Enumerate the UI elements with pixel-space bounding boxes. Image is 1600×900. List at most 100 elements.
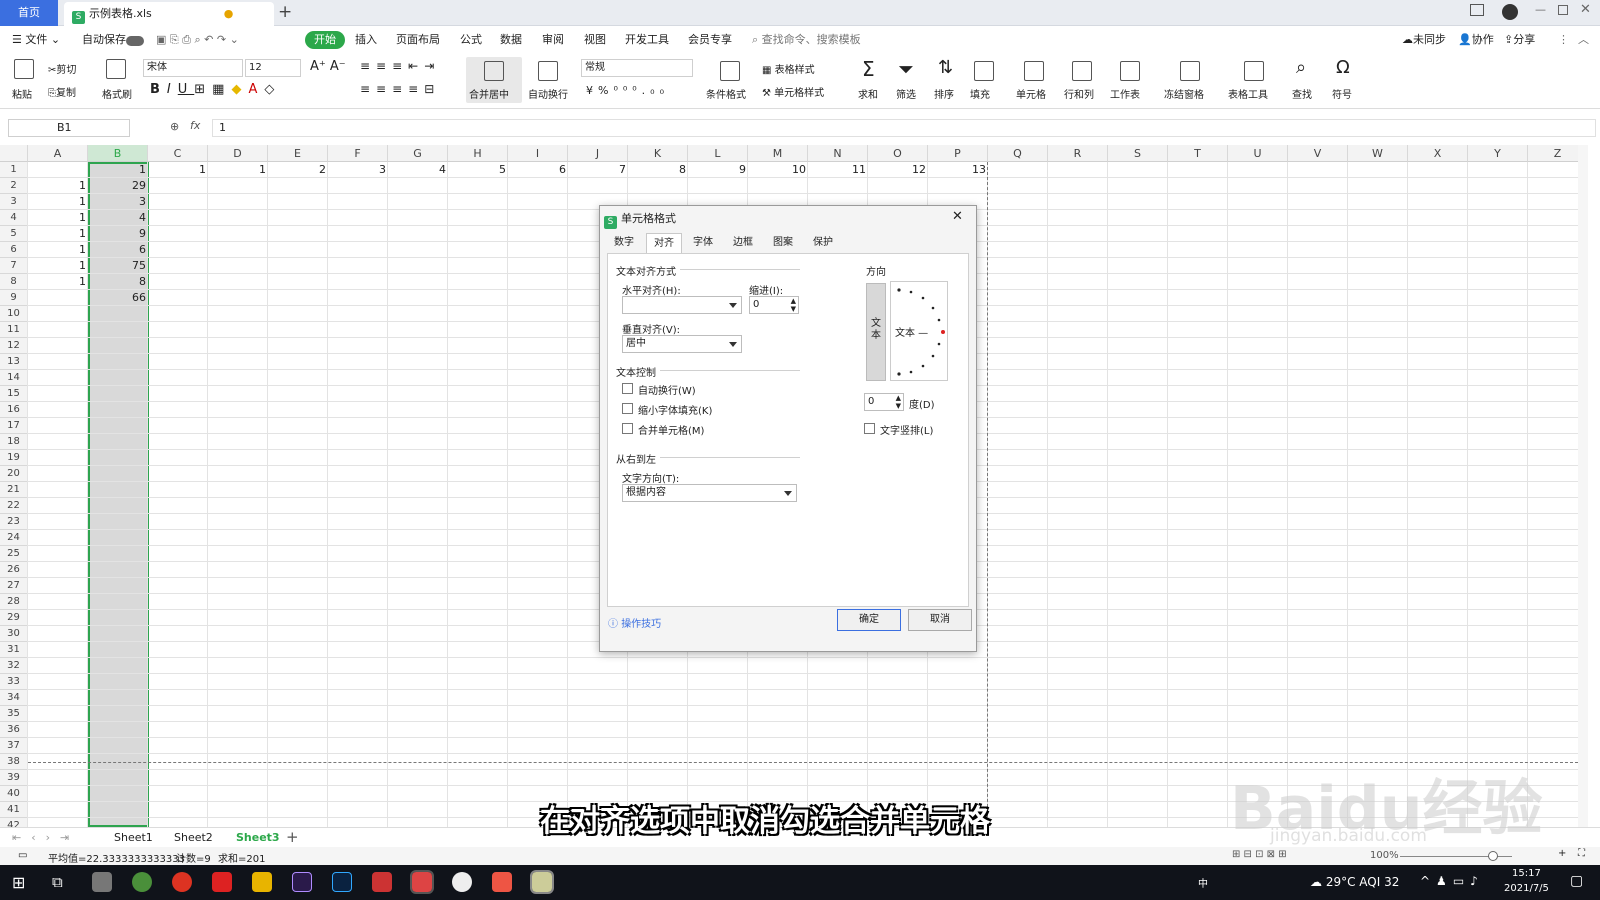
ime-indicator[interactable]: 中 (1198, 875, 1208, 890)
tab-home[interactable]: 首页 (0, 0, 58, 26)
autosave-toggle[interactable] (126, 36, 144, 46)
collab-button[interactable]: 👤协作 (1458, 31, 1494, 49)
row-header-22[interactable]: 22 (0, 498, 28, 514)
column-header-I[interactable]: I (508, 145, 568, 162)
cell-L1[interactable]: 9 (688, 162, 748, 178)
add-sheet-plus-icon[interactable]: + (286, 828, 299, 846)
cond-format-icon[interactable] (720, 61, 740, 81)
column-header-J[interactable]: J (568, 145, 628, 162)
row-header-7[interactable]: 7 (0, 258, 28, 274)
cell-A5[interactable]: 1 (28, 226, 88, 242)
cell-A2[interactable]: 1 (28, 178, 88, 194)
sheet-nav-arrows-icon[interactable]: ⇤‹›⇥ (12, 831, 79, 844)
cell-N1[interactable]: 11 (808, 162, 868, 178)
zoom-formula-icon[interactable]: ⊕ (170, 120, 179, 133)
column-header-U[interactable]: U (1228, 145, 1288, 162)
select-all-corner[interactable] (0, 145, 28, 162)
paste-icon[interactable] (14, 59, 34, 79)
cell-P1[interactable]: 13 (928, 162, 988, 178)
premiere-icon[interactable] (292, 872, 312, 892)
cancel-button[interactable]: 取消 (908, 609, 972, 631)
row-col-icon[interactable] (1072, 61, 1092, 81)
sheet-tab-3[interactable]: Sheet3 (236, 831, 280, 844)
row-header-24[interactable]: 24 (0, 530, 28, 546)
app-icon-3[interactable] (452, 872, 472, 892)
row-header-23[interactable]: 23 (0, 514, 28, 530)
freeze-icon[interactable] (1180, 61, 1200, 81)
row-header-33[interactable]: 33 (0, 674, 28, 690)
macro-icon[interactable]: ▭ (18, 850, 27, 861)
task-view-icon[interactable]: ⧉ (52, 873, 63, 891)
row-header-13[interactable]: 13 (0, 354, 28, 370)
sort-icon[interactable]: ⇅ (938, 57, 953, 78)
command-search[interactable]: ⌕ 查找命令、搜索模板 (752, 31, 861, 49)
cell-B6[interactable]: 6 (88, 242, 148, 258)
row-header-37[interactable]: 37 (0, 738, 28, 754)
cell-E1[interactable]: 2 (268, 162, 328, 178)
cut-button[interactable]: ✂剪切 (48, 61, 76, 76)
row-header-41[interactable]: 41 (0, 802, 28, 818)
dialog-close-icon[interactable]: ✕ (952, 209, 963, 224)
maximize-icon[interactable] (1558, 5, 1568, 15)
tab-file[interactable]: S 示例表格.xls ● (64, 2, 274, 26)
row-header-35[interactable]: 35 (0, 706, 28, 722)
format-painter-icon[interactable] (106, 59, 126, 79)
font-select[interactable]: 宋体 (143, 59, 243, 77)
table-tools-icon[interactable] (1244, 61, 1264, 81)
column-header-P[interactable]: P (928, 145, 988, 162)
row-header-36[interactable]: 36 (0, 722, 28, 738)
cell-B2[interactable]: 29 (88, 178, 148, 194)
column-header-V[interactable]: V (1288, 145, 1348, 162)
row-header-40[interactable]: 40 (0, 786, 28, 802)
copy-button[interactable]: ⎘复制 (48, 84, 76, 99)
cell-H1[interactable]: 5 (448, 162, 508, 178)
cell-A8[interactable]: 1 (28, 274, 88, 290)
row-header-6[interactable]: 6 (0, 242, 28, 258)
folder-icon[interactable] (252, 872, 272, 892)
worksheet-icon[interactable] (1120, 61, 1140, 81)
align-horizontal-icons[interactable]: ≡≡≡≡⊟ (360, 82, 440, 96)
align-vertical-icons[interactable]: ≡≡≡⇤⇥ (360, 59, 440, 73)
fx-icon[interactable]: fx (190, 119, 200, 132)
column-header-A[interactable]: A (28, 145, 88, 162)
wps-sheet-icon[interactable] (410, 870, 434, 894)
cell-style-button[interactable]: ⚒ 单元格样式 (762, 84, 824, 99)
share-button[interactable]: ⇪分享 (1504, 31, 1535, 49)
row-header-42[interactable]: 42 (0, 818, 28, 827)
row-header-14[interactable]: 14 (0, 370, 28, 386)
avatar[interactable] (1502, 4, 1518, 20)
row-header-3[interactable]: 3 (0, 194, 28, 210)
horizontal-align-select[interactable] (622, 296, 742, 314)
row-header-25[interactable]: 25 (0, 546, 28, 562)
cell-A4[interactable]: 1 (28, 210, 88, 226)
app-icon-5[interactable] (530, 870, 554, 894)
row-header-19[interactable]: 19 (0, 450, 28, 466)
more-icon[interactable]: ⋮ (1558, 31, 1569, 49)
column-header-R[interactable]: R (1048, 145, 1108, 162)
shrink-checkbox[interactable] (622, 403, 633, 414)
tab-pattern[interactable]: 图案 (766, 233, 800, 253)
table-style-button[interactable]: ▦ 表格样式 (762, 61, 815, 76)
column-header-Y[interactable]: Y (1468, 145, 1528, 162)
cell-K1[interactable]: 8 (628, 162, 688, 178)
cell-B9[interactable]: 66 (88, 290, 148, 306)
find-icon[interactable]: ⌕ (1296, 57, 1306, 78)
menu-developer[interactable]: 开发工具 (625, 31, 669, 49)
row-header-38[interactable]: 38 (0, 754, 28, 770)
formula-input[interactable]: 1 (212, 119, 1596, 137)
column-header-Q[interactable]: Q (988, 145, 1048, 162)
column-header-K[interactable]: K (628, 145, 688, 162)
number-format-icons[interactable]: ¥%⁰⁰⁰.₀₀ (586, 84, 669, 97)
row-header-16[interactable]: 16 (0, 402, 28, 418)
stepper-arrows-icon[interactable]: ▲ ▼ (896, 394, 901, 410)
row-header-20[interactable]: 20 (0, 466, 28, 482)
tab-protect[interactable]: 保护 (806, 233, 840, 253)
column-header-L[interactable]: L (688, 145, 748, 162)
cell-B5[interactable]: 9 (88, 226, 148, 242)
tray-icons[interactable]: ^♟▭♪ (1420, 874, 1484, 888)
column-header-F[interactable]: F (328, 145, 388, 162)
row-header-21[interactable]: 21 (0, 482, 28, 498)
row-header-28[interactable]: 28 (0, 594, 28, 610)
row-header-1[interactable]: 1 (0, 162, 28, 178)
menu-page-layout[interactable]: 页面布局 (396, 31, 440, 49)
